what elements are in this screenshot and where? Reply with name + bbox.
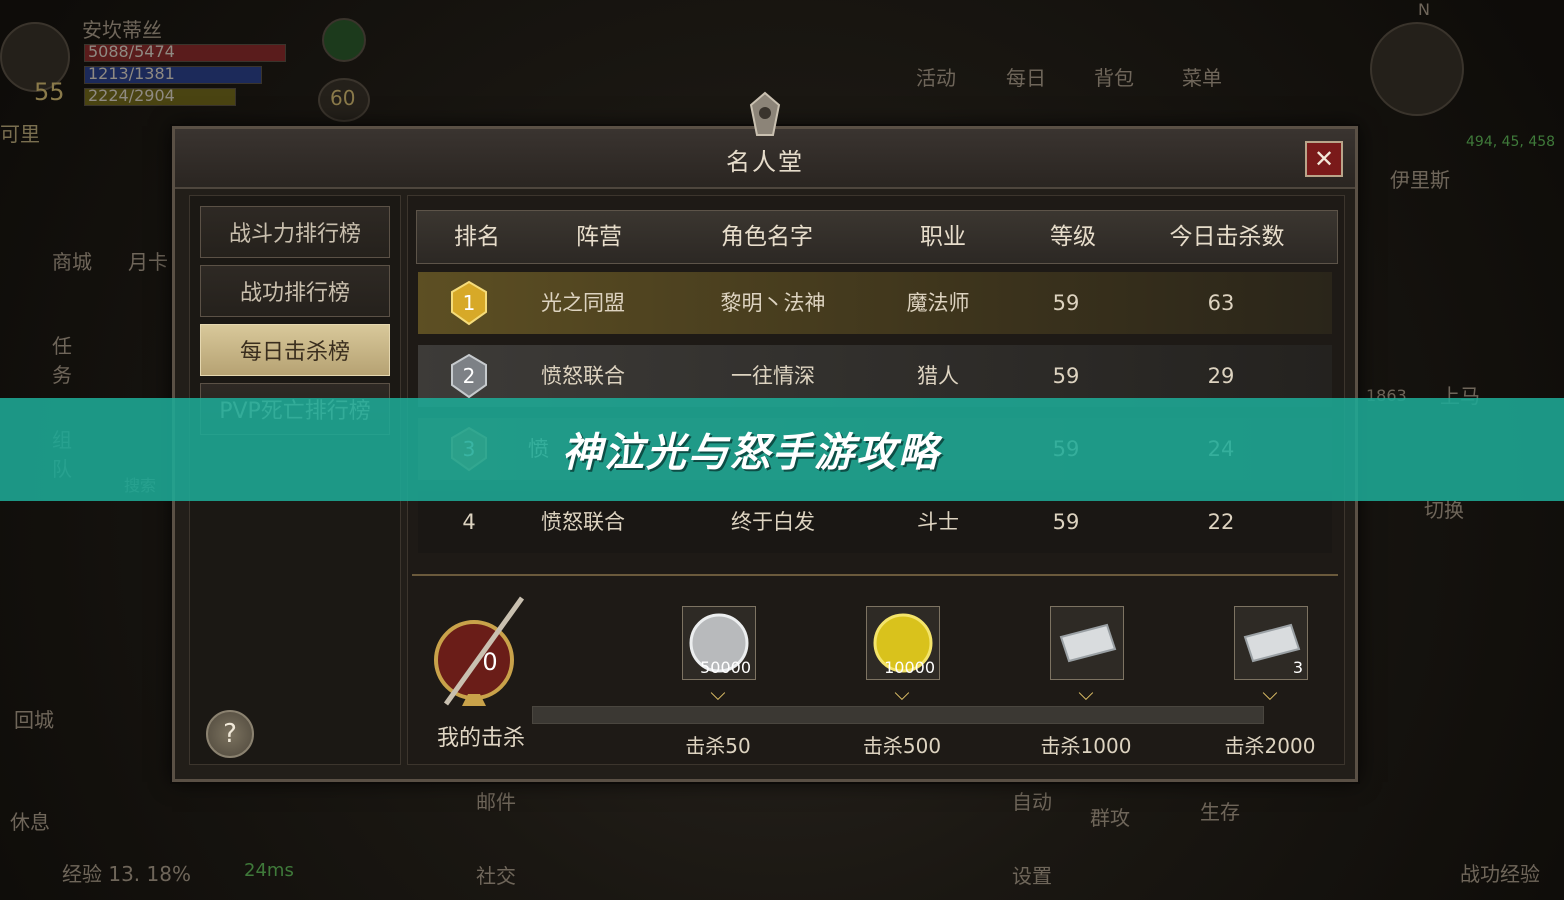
- header-kills: 今日击杀数: [1169, 224, 1285, 250]
- close-button[interactable]: ✕: [1305, 141, 1343, 177]
- bottom-social[interactable]: 社交: [476, 860, 516, 889]
- reward-label: 击杀2000: [1224, 734, 1316, 758]
- header-name: 角色名字: [721, 224, 813, 250]
- location-fragment: 可里: [0, 122, 40, 146]
- bottom-settings[interactable]: 设置: [1012, 860, 1052, 889]
- exp-value: 2224/2904: [88, 86, 175, 105]
- bottom-mail[interactable]: 邮件: [476, 786, 516, 815]
- my-kills: 0 我的击杀: [426, 594, 536, 751]
- reward-slot[interactable]: 50000: [682, 606, 756, 680]
- menu-bag[interactable]: 背包: [1094, 62, 1134, 91]
- table-row[interactable]: 1 光之同盟 黎明丶法神 魔法师 59 63: [418, 272, 1332, 334]
- bottom-aoe[interactable]: 群攻: [1090, 802, 1130, 831]
- player-level: 55: [34, 78, 65, 106]
- name-cell: 黎明丶法神: [720, 291, 826, 315]
- help-button[interactable]: ?: [206, 710, 254, 758]
- title-banner: 神泣光与怒手游攻略: [0, 398, 1564, 501]
- reward-count: 3: [1292, 658, 1303, 677]
- kill-progress-bar: [532, 706, 1264, 724]
- class-cell: 魔法师: [906, 291, 970, 315]
- chevron-down-icon: ⌵: [1078, 681, 1094, 705]
- dialog-title-bar: 名人堂 ✕: [175, 91, 1355, 189]
- menu-main[interactable]: 菜单: [1182, 62, 1222, 91]
- reward-slot[interactable]: [1050, 606, 1124, 680]
- bottom-survive[interactable]: 生存: [1200, 796, 1240, 825]
- reward-slot[interactable]: 10000: [866, 606, 940, 680]
- exp-percent: 经验 13. 18%: [62, 862, 191, 886]
- left-monthcard[interactable]: 月卡: [128, 246, 168, 275]
- compass-north: N: [1418, 0, 1430, 19]
- ticket-icon: [1059, 623, 1117, 663]
- player-name: 安坎蒂丝: [82, 18, 162, 42]
- reward-label: 击杀50: [685, 734, 751, 758]
- green-orb-icon: [322, 18, 366, 62]
- minimap[interactable]: [1370, 22, 1464, 116]
- table-header: 排名 阵营 角色名字 职业 等级 今日击杀数: [416, 210, 1338, 264]
- minimap-coords: 494, 45, 458: [1466, 134, 1556, 150]
- bottom-auto[interactable]: 自动: [1012, 786, 1052, 815]
- menu-daily[interactable]: 每日: [1006, 62, 1046, 91]
- my-kills-count: 0: [482, 648, 498, 676]
- hp-value: 5088/5474: [88, 42, 175, 61]
- kills-cell: 63: [1207, 291, 1235, 315]
- reward-count: 50000: [700, 658, 751, 677]
- header-level: 等级: [1050, 224, 1096, 250]
- tab-merit-ranking[interactable]: 战功排行榜: [200, 265, 390, 317]
- close-icon: ✕: [1313, 145, 1335, 173]
- my-kills-label: 我的击杀: [436, 726, 525, 751]
- header-rank: 排名: [454, 224, 500, 250]
- left-quest[interactable]: 任务: [52, 330, 74, 388]
- rank-number: 2: [462, 364, 476, 388]
- secondary-level: 60: [330, 86, 356, 110]
- chevron-down-icon: ⌵: [894, 681, 910, 705]
- ping: 24ms: [244, 860, 294, 881]
- reward-count: 10000: [884, 658, 935, 677]
- battle-exp: 战功经验: [1460, 862, 1540, 886]
- chevron-down-icon: ⌵: [710, 681, 726, 705]
- dialog-title: 名人堂: [726, 148, 804, 176]
- mp-value: 1213/1381: [88, 64, 175, 83]
- banner-title: 神泣光与怒手游攻略: [562, 430, 940, 476]
- minimap-target: 伊里斯: [1390, 168, 1450, 192]
- faction-cell: 光之同盟: [541, 291, 625, 315]
- level-cell: 59: [1052, 291, 1080, 315]
- tab-daily-kills[interactable]: 每日击杀榜: [200, 324, 390, 376]
- header-class: 职业: [920, 224, 966, 250]
- reward-slot[interactable]: 3: [1234, 606, 1308, 680]
- header-faction: 阵营: [576, 224, 622, 250]
- left-rest[interactable]: 休息: [10, 806, 50, 835]
- reward-label: 击杀500: [862, 734, 942, 758]
- rank-number: 1: [462, 291, 476, 315]
- crest-icon: [749, 91, 781, 136]
- chevron-down-icon: ⌵: [1262, 681, 1278, 705]
- left-return[interactable]: 回城: [14, 704, 54, 733]
- reward-label: 击杀1000: [1040, 734, 1132, 758]
- divider: [412, 574, 1338, 576]
- tab-power-ranking[interactable]: 战斗力排行榜: [200, 206, 390, 258]
- menu-activity[interactable]: 活动: [916, 62, 956, 91]
- left-shop[interactable]: 商城: [52, 246, 92, 275]
